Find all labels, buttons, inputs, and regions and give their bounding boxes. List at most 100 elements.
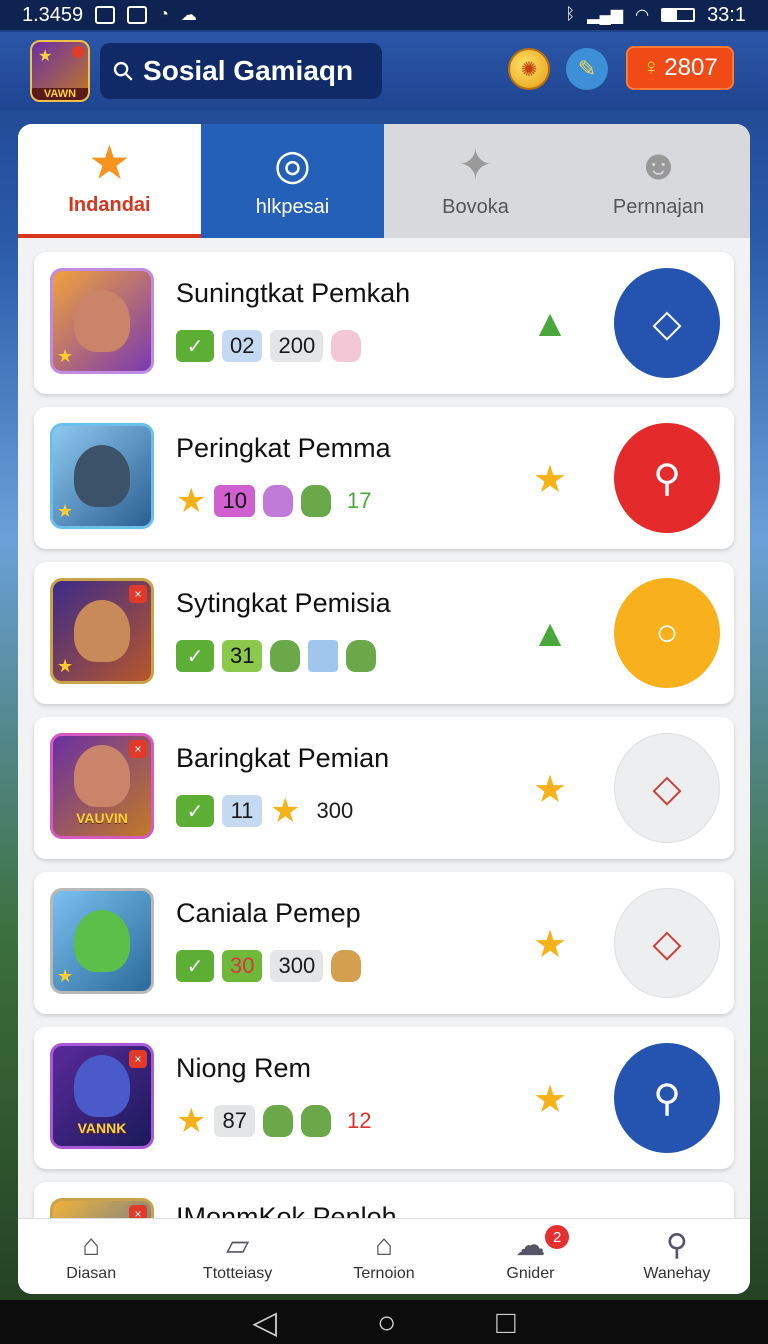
score-badge: 200 <box>270 330 324 362</box>
notification-icon <box>127 6 148 24</box>
sync-icon: ◔ <box>159 6 169 23</box>
search-box[interactable]: ⚲ Sosial Gamiaqn <box>100 43 382 99</box>
nav-ticket[interactable]: ▱ Ttotteiasy <box>164 1219 310 1294</box>
level-badge: 87 <box>214 1105 255 1137</box>
star-icon: ★ <box>176 1102 207 1140</box>
row-title: Baringkat Pemian <box>176 743 390 773</box>
star-icon: ★ <box>176 482 207 520</box>
tab-indandai[interactable]: ★ Indandai <box>18 124 201 238</box>
tag-button[interactable]: ◇ <box>614 888 720 998</box>
row-title: Sytingkat Pemisia <box>176 588 391 618</box>
circle-button[interactable]: ○ <box>614 578 720 688</box>
row-title: Peringkat Pemma <box>176 433 391 463</box>
level-badge: 30 <box>222 950 263 982</box>
home-circle-icon[interactable]: ○ <box>377 1304 396 1341</box>
pet-icon <box>331 330 362 362</box>
recents-icon[interactable]: □ <box>496 1304 515 1341</box>
person-icon: ☻ <box>636 140 681 188</box>
bluetooth-icon: ᛒ <box>565 6 576 23</box>
points-badge[interactable]: ♀ 2807 <box>626 46 734 90</box>
search-icon: ⚲ <box>653 457 681 500</box>
leaderboard-list: ★ Suningtkat Pemkah ✓ 02 200 ▲ ◇ ★ Perin… <box>18 238 750 1242</box>
star-icon[interactable]: ★ <box>528 922 572 966</box>
star-icon: ★ <box>57 656 74 676</box>
user-icon: ⚲ <box>665 1228 688 1262</box>
tab-hlkpesai[interactable]: ◎ hlkpesai <box>201 124 384 238</box>
tab-bar: ★ Indandai ◎ hlkpesai ✦ Bovoka ☻ Pernnaj… <box>18 124 750 238</box>
wifi-icon: ◠ <box>635 7 650 24</box>
logo-dot-icon <box>72 46 84 58</box>
ticket-icon: ▱ <box>226 1228 250 1262</box>
bell-icon: ✦ <box>457 140 494 188</box>
tab-label: Bovoka <box>442 195 509 218</box>
app-header: ★ VAWN ⚲ Sosial Gamiaqn ✺ ✎ ♀ 2807 <box>0 32 768 110</box>
app-logo[interactable]: ★ VAWN <box>30 40 90 102</box>
nav-home[interactable]: ⌂ Diasan <box>18 1219 164 1294</box>
list-item[interactable]: × VAUVIN Baringkat Pemian ✓ 11 ★ 300 ★ ◇ <box>34 717 734 859</box>
thumb-up-icon[interactable]: ▲ <box>528 302 572 346</box>
pencil-icon[interactable]: ✎ <box>566 48 608 90</box>
status-left: 1.3459 ◔ ☁ <box>22 4 197 27</box>
box-icon <box>308 640 339 672</box>
coin-icon[interactable]: ✺ <box>508 48 550 90</box>
star-icon: ★ <box>90 138 129 186</box>
star-icon: ★ <box>57 501 74 521</box>
star-icon: ★ <box>270 792 301 830</box>
list-item[interactable]: ★ × Sytingkat Pemisia ✓ 31 ▲ ○ <box>34 562 734 704</box>
search-button[interactable]: ⚲ <box>614 1043 720 1153</box>
monster-icon <box>262 485 293 517</box>
star-icon[interactable]: ★ <box>528 1077 572 1121</box>
score-value: 12 <box>346 1108 372 1133</box>
thumbnail-text: VAUVIN <box>76 810 128 826</box>
search-icon: ⚲ <box>105 53 141 88</box>
row-stats: ★ 10 17 <box>176 482 379 520</box>
dog-icon <box>331 950 362 982</box>
thumb-up-icon[interactable]: ▲ <box>528 612 572 656</box>
list-item[interactable]: ★ Caniala Pemep ✓ 30 300 ★ ◇ <box>34 872 734 1014</box>
level-badge: 31 <box>222 640 263 672</box>
tab-label: hlkpesai <box>255 195 330 218</box>
tab-pernnajan[interactable]: ☻ Pernnajan <box>567 124 750 238</box>
tag-button[interactable]: ◇ <box>614 733 720 843</box>
tab-label: Pernnajan <box>612 195 705 218</box>
close-icon: × <box>129 740 147 758</box>
score-value: 300 <box>316 798 354 823</box>
nav-label: Gnider <box>506 1264 555 1282</box>
nav-chat[interactable]: ☁ 2 Gnider <box>457 1219 603 1294</box>
row-stats: ✓ 02 200 <box>176 328 362 364</box>
avatar <box>74 445 130 507</box>
goblin-icon <box>300 485 331 517</box>
nav-label: Ttotteiasy <box>202 1264 273 1282</box>
star-icon[interactable]: ★ <box>528 767 572 811</box>
star-icon[interactable]: ★ <box>528 457 572 501</box>
tag-icon: ◇ <box>652 922 682 965</box>
goblin-icon <box>300 1105 331 1137</box>
goblin-icon <box>346 640 377 672</box>
level-badge: 10 <box>214 485 255 517</box>
tag-icon: ◇ <box>652 302 682 345</box>
list-item[interactable]: ★ Peringkat Pemma ★ 10 17 ★ ⚲ <box>34 407 734 549</box>
list-item[interactable]: ★ Suningtkat Pemkah ✓ 02 200 ▲ ◇ <box>34 252 734 394</box>
avatar <box>74 910 130 972</box>
row-stats: ★ 87 12 <box>176 1102 379 1140</box>
tag-icon: ◇ <box>652 767 682 810</box>
list-item[interactable]: × VANNK Niong Rem ★ 87 12 ★ ⚲ <box>34 1027 734 1169</box>
tag-button[interactable]: ◇ <box>614 268 720 378</box>
row-stats: ✓ 11 ★ 300 <box>176 792 361 830</box>
game-thumbnail: ★ <box>50 888 154 994</box>
search-icon: ⚲ <box>653 1077 681 1120</box>
status-clock: 33:1 <box>707 3 746 26</box>
game-thumbnail: ★ <box>50 268 154 374</box>
search-button[interactable]: ⚲ <box>614 423 720 533</box>
signal-icon: ▂▄▆ <box>587 7 624 24</box>
avatar <box>74 1055 130 1117</box>
game-thumbnail: ★ × <box>50 578 154 684</box>
level-badge: 11 <box>222 795 262 827</box>
nav-profile[interactable]: ⚲ Wanehay <box>604 1219 750 1294</box>
nav-store[interactable]: ⌂ Ternoion <box>311 1219 457 1294</box>
main-card: ★ Indandai ◎ hlkpesai ✦ Bovoka ☻ Pernnaj… <box>18 124 750 1294</box>
points-value: 2807 <box>664 54 718 81</box>
back-icon[interactable]: ◁ <box>252 1303 277 1341</box>
tab-bovoka[interactable]: ✦ Bovoka <box>384 124 567 238</box>
row-title: Caniala Pemep <box>176 898 361 928</box>
